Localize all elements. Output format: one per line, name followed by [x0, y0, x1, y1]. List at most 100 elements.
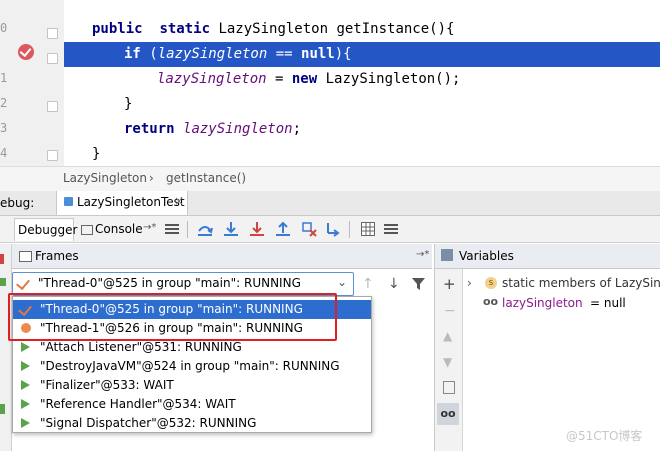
fold-marker-icon[interactable]	[47, 28, 58, 39]
variables-icon	[441, 249, 453, 261]
tab-debugger-label: Debugger	[18, 223, 78, 237]
fold-marker-icon[interactable]	[47, 150, 58, 161]
variable-row[interactable]: oo lazySingleton = null	[467, 294, 660, 312]
breadcrumb-class[interactable]: LazySingleton	[63, 171, 147, 185]
chevron-down-icon: ⌄	[337, 275, 348, 289]
check-icon	[16, 275, 30, 292]
code-token: new	[291, 71, 318, 87]
code-token: LazySingleton getInstance(){	[210, 21, 455, 37]
thread-label: "Finalizer"@533: WAIT	[40, 378, 174, 392]
running-triangle-icon	[21, 361, 30, 371]
variable-label: static members of LazySing	[502, 276, 660, 290]
pin-icon[interactable]: →*	[416, 249, 429, 260]
code-token: LazySingleton();	[317, 71, 461, 87]
copy-icon[interactable]	[443, 381, 455, 394]
tab-debugger[interactable]: Debugger	[14, 218, 78, 241]
pin-icon: →*	[143, 222, 157, 233]
code-line: lazySingleton = new LazySingleton();	[157, 71, 460, 87]
code-line: }	[92, 146, 100, 162]
line-number: 1	[0, 71, 8, 85]
run-config-icon	[64, 197, 73, 206]
code-token: lazySingleton	[183, 121, 293, 137]
step-out-icon[interactable]	[273, 219, 293, 239]
arrow-up-icon[interactable]: ▲	[443, 329, 452, 343]
tab-console[interactable]: Console →*	[77, 218, 157, 240]
code-token: =	[266, 71, 292, 87]
current-execution-line: if (lazySingleton == null){	[64, 42, 660, 67]
frames-title: Frames	[35, 249, 79, 263]
watches-icon[interactable]: oo	[437, 403, 459, 425]
variable-name: lazySingleton	[502, 296, 583, 310]
line-number: 3	[0, 121, 8, 135]
code-token: }	[92, 146, 101, 162]
more-options-icon[interactable]	[381, 219, 401, 239]
variables-title: Variables	[459, 249, 514, 263]
code-line: }	[124, 96, 132, 112]
breakpoint-icon[interactable]	[18, 44, 34, 60]
watermark: @51CTO博客	[566, 429, 643, 443]
thread-label: "DestroyJavaVM"@524 in group "main": RUN…	[40, 359, 340, 373]
code-editor[interactable]: 0 1 2 3 4 public static LazySingleton ge…	[0, 0, 660, 166]
layout-menu-icon[interactable]	[162, 219, 182, 239]
code-token: ){	[334, 46, 352, 62]
remove-icon[interactable]: −	[444, 303, 456, 319]
list-item[interactable]: "DestroyJavaVM"@524 in group "main": RUN…	[13, 357, 371, 376]
code-line: return lazySingleton;	[124, 121, 301, 137]
drop-frame-icon[interactable]	[299, 219, 319, 239]
toolbar-divider	[349, 221, 350, 238]
code-line: if (lazySingleton == null){	[124, 46, 352, 62]
debug-tool-window-bar: ebug: LazySingletonTest ×	[0, 191, 660, 216]
line-number: 0	[0, 21, 8, 35]
list-item[interactable]: "Finalizer"@533: WAIT	[13, 376, 371, 395]
breadcrumb-separator: ›	[149, 171, 154, 185]
running-triangle-icon	[21, 380, 30, 390]
running-triangle-icon	[21, 399, 30, 409]
force-step-into-icon[interactable]	[247, 219, 267, 239]
code-line: public static LazySingleton getInstance(…	[92, 21, 454, 37]
arrow-down-icon[interactable]: ▼	[443, 355, 452, 369]
arrow-up-icon[interactable]: ↑	[362, 276, 374, 292]
code-token: ;	[292, 121, 302, 137]
fold-marker-icon[interactable]	[47, 101, 58, 112]
toolbar-divider	[187, 221, 188, 238]
variables-panel: Variables + − ▲ ▼ oo › s static members …	[434, 244, 660, 451]
line-number: 4	[0, 146, 8, 160]
code-token: (	[140, 46, 158, 62]
thread-label: "Signal Dispatcher"@532: RUNNING	[40, 416, 257, 430]
step-over-icon[interactable]	[195, 219, 215, 239]
step-into-icon[interactable]	[221, 219, 241, 239]
left-tool-strip	[0, 244, 12, 451]
breadcrumb-method[interactable]: getInstance()	[166, 171, 246, 185]
variables-side-toolbar: + − ▲ ▼ oo	[435, 269, 463, 451]
frames-icon	[19, 251, 32, 262]
add-icon[interactable]: +	[443, 275, 456, 293]
expand-arrow-icon[interactable]: ›	[467, 276, 472, 290]
code-token: lazySingleton	[157, 71, 267, 87]
debug-session-label: LazySingletonTest	[77, 195, 185, 209]
debug-session-tab[interactable]: LazySingletonTest ×	[56, 191, 188, 215]
thread-label: "Reference Handler"@534: WAIT	[40, 397, 236, 411]
list-item[interactable]: "Signal Dispatcher"@532: RUNNING	[13, 414, 371, 433]
code-token: if	[124, 46, 141, 62]
close-icon[interactable]: ×	[174, 194, 184, 208]
stop-icon[interactable]	[0, 254, 4, 264]
code-token: }	[124, 96, 133, 112]
fold-marker-icon[interactable]	[47, 53, 58, 64]
debug-label: ebug:	[0, 196, 35, 210]
list-item[interactable]: "Reference Handler"@534: WAIT	[13, 395, 371, 414]
evaluate-expression-icon[interactable]	[358, 219, 378, 239]
arrow-down-icon[interactable]: ↓	[388, 276, 400, 292]
rerun-icon[interactable]	[0, 404, 5, 414]
editor-gutter: 0 1 2 3 4	[0, 0, 64, 166]
running-triangle-icon	[21, 418, 30, 428]
run-to-cursor-icon[interactable]	[323, 219, 343, 239]
filter-icon[interactable]	[412, 278, 425, 293]
line-number: 2	[0, 96, 8, 110]
running-triangle-icon	[21, 342, 30, 352]
selected-thread-label: "Thread-0"@525 in group "main": RUNNING	[38, 276, 301, 290]
variable-row[interactable]: › s static members of LazySing	[467, 274, 660, 292]
code-token: lazySingleton	[157, 46, 268, 62]
variables-header: Variables	[435, 244, 660, 269]
resume-icon[interactable]	[0, 278, 6, 286]
